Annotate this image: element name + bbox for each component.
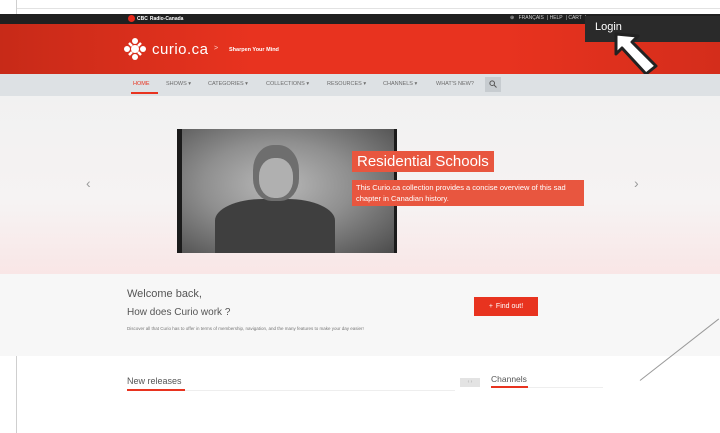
search-button[interactable] <box>485 77 501 92</box>
logo-separator: > <box>214 45 219 52</box>
nav-resources[interactable]: RESOURCES ▾ <box>327 81 366 87</box>
link-help[interactable]: HELP <box>550 15 563 21</box>
how-it-works-heading: How does Curio work ? <box>127 307 231 318</box>
nav-home[interactable]: HOME <box>133 81 150 87</box>
link-francais[interactable]: FRANÇAIS <box>519 15 544 21</box>
find-out-button[interactable]: + Find out! <box>474 297 538 316</box>
channels-divider <box>528 387 603 388</box>
channels-underline <box>491 386 528 388</box>
cbc-gem-logo-icon[interactable] <box>124 38 146 60</box>
channels-heading: Channels <box>491 374 527 384</box>
nav-categories[interactable]: CATEGORIES ▾ <box>208 81 248 87</box>
new-releases-pager[interactable]: ‹ › <box>460 378 480 387</box>
cbc-logo[interactable]: CBC Radio-Canada <box>128 15 183 22</box>
tagline: Sharpen Your Mind <box>229 47 279 53</box>
new-releases-divider <box>185 390 455 391</box>
find-out-label: Find out! <box>495 303 524 310</box>
frame-top-line <box>16 8 720 9</box>
welcome-section <box>0 274 720 356</box>
hero-image-figure-body <box>215 199 335 253</box>
new-releases-underline <box>127 389 185 391</box>
carousel-next-icon[interactable]: › <box>634 175 639 191</box>
plus-icon: + <box>488 303 493 310</box>
nav-channels[interactable]: CHANNELS ▾ <box>383 81 417 87</box>
globe-icon: ⊕ <box>510 15 515 21</box>
new-releases-heading: New releases <box>127 376 182 386</box>
cbc-network-label: CBC <box>137 15 148 22</box>
hero-description: This Curio.ca collection provides a conc… <box>352 180 584 206</box>
welcome-greeting: Welcome back, <box>127 288 202 300</box>
nav-shows[interactable]: SHOWS ▾ <box>166 81 191 87</box>
nav-active-indicator <box>131 92 158 94</box>
curio-logo[interactable]: curio.ca <box>152 41 209 58</box>
utility-links: ⊕ FRANÇAIS| HELP| CART| <box>510 15 586 21</box>
hero-image-figure-face <box>259 158 293 198</box>
cbc-network-full: Radio-Canada <box>149 15 184 22</box>
welcome-body-text: Discover all that Curio has to offer in … <box>127 326 364 331</box>
nav-collections[interactable]: COLLECTIONS ▾ <box>266 81 309 87</box>
pointer-arrow-icon <box>614 32 658 76</box>
hero-title[interactable]: Residential Schools <box>352 151 494 172</box>
link-cart[interactable]: CART <box>568 15 582 21</box>
cbc-gem-icon <box>128 15 135 22</box>
carousel-prev-icon[interactable]: ‹ <box>86 175 91 191</box>
search-icon <box>489 80 497 88</box>
nav-whats-new[interactable]: WHAT'S NEW? <box>436 81 474 87</box>
